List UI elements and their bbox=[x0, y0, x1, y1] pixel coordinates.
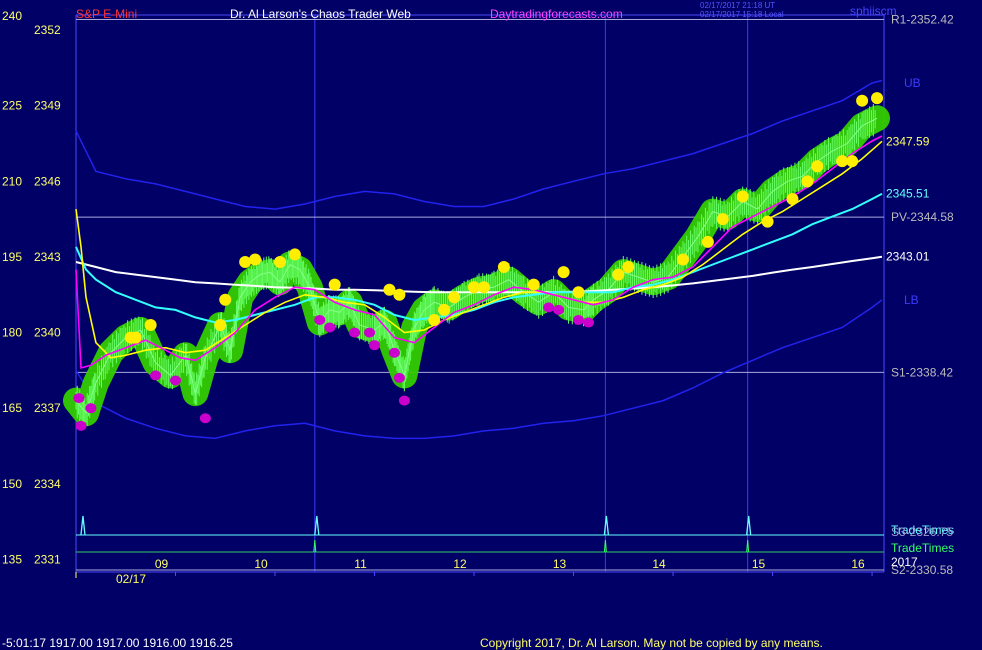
ema-long-value: 2343.01 bbox=[886, 250, 930, 264]
yellow-dot bbox=[214, 319, 227, 332]
yellow-dot bbox=[846, 155, 859, 168]
yellow-dot bbox=[716, 213, 729, 226]
ema-mid-value: 2347.59 bbox=[886, 134, 930, 148]
magenta-dot bbox=[170, 375, 182, 386]
copyright: Copyright 2017, Dr. Al Larson. May not b… bbox=[480, 636, 823, 650]
level-label-1: PV-2344.58 bbox=[891, 210, 954, 224]
magenta-dot bbox=[393, 372, 405, 383]
price-tick-label: 2349 bbox=[34, 99, 61, 113]
magenta-dot bbox=[573, 314, 585, 325]
overlap-label-s3: S3-2326.75 bbox=[891, 525, 953, 539]
level-label-2: S1-2338.42 bbox=[891, 365, 953, 379]
magenta-dot bbox=[150, 370, 162, 381]
yellow-dot bbox=[856, 94, 869, 107]
yellow-dot bbox=[328, 278, 341, 291]
upper-band-label: UB bbox=[904, 76, 921, 90]
osc-tick-label: 150 bbox=[2, 477, 22, 491]
magenta-dot bbox=[314, 314, 326, 325]
tradetimes-label: TradeTimes bbox=[891, 541, 954, 555]
chart-canvas: R1-2352.42PV-2344.58S1-2338.42S2-2330.58… bbox=[0, 0, 982, 650]
magenta-dot bbox=[364, 327, 376, 338]
magenta-dot bbox=[543, 302, 555, 313]
yellow-dot bbox=[736, 190, 749, 203]
yellow-dot bbox=[393, 288, 406, 301]
x-tick-label: 09 bbox=[155, 557, 169, 571]
yellow-dot bbox=[557, 266, 570, 279]
price-tick-label: 2337 bbox=[34, 401, 61, 415]
magenta-dot bbox=[85, 403, 97, 414]
x-tick-label: 13 bbox=[553, 557, 567, 571]
magenta-dot bbox=[582, 317, 594, 328]
yellow-dot bbox=[786, 192, 799, 205]
chart-title: Dr. Al Larson's Chaos Trader Web bbox=[230, 7, 411, 21]
x-tick-label: 11 bbox=[354, 557, 367, 571]
yellow-dot bbox=[622, 261, 635, 274]
price-tick-label: 2352 bbox=[34, 23, 61, 37]
level-label-0: R1-2352.42 bbox=[891, 13, 954, 27]
price-tick-label: 2331 bbox=[34, 552, 61, 566]
yellow-dot bbox=[801, 175, 814, 188]
osc-tick-label: 210 bbox=[2, 174, 22, 188]
price-tick-label: 2334 bbox=[34, 477, 61, 491]
magenta-dot bbox=[388, 347, 400, 358]
yellow-dot bbox=[701, 235, 714, 248]
yellow-dot bbox=[438, 303, 451, 316]
price-tick-label: 2340 bbox=[34, 326, 61, 340]
yellow-dot bbox=[477, 281, 490, 294]
yellow-dot bbox=[497, 261, 510, 274]
yellow-dot bbox=[572, 286, 585, 299]
x-tick-label: 14 bbox=[652, 557, 666, 571]
yellow-dot bbox=[871, 92, 884, 105]
x-tick-label: 15 bbox=[752, 557, 766, 571]
date-label: 02/17 bbox=[116, 572, 146, 586]
magenta-dot bbox=[369, 340, 381, 351]
year-label: 2017 bbox=[891, 555, 918, 569]
x-tick-label: 12 bbox=[453, 557, 467, 571]
osc-label-top: 240 bbox=[2, 9, 22, 23]
magenta-dot bbox=[73, 393, 85, 404]
yellow-dot bbox=[249, 253, 262, 266]
yellow-dot bbox=[129, 331, 142, 344]
yellow-dot bbox=[273, 255, 286, 268]
time-utc: 02/17/2017 21:18 UT bbox=[700, 1, 775, 10]
yellow-dot bbox=[761, 215, 774, 228]
time-local: 02/17/2017 15:18 Local bbox=[700, 10, 784, 19]
price-tick-label: 2343 bbox=[34, 250, 61, 264]
magenta-dot bbox=[349, 327, 361, 338]
x-tick-label: 16 bbox=[851, 557, 865, 571]
osc-tick-label: 225 bbox=[2, 99, 22, 113]
osc-tick-label: 195 bbox=[2, 250, 22, 264]
yellow-dot bbox=[219, 293, 232, 306]
price-tick-label: 2346 bbox=[34, 174, 61, 188]
magenta-dot bbox=[553, 304, 565, 315]
yellow-dot bbox=[288, 248, 301, 261]
magenta-dot bbox=[398, 395, 410, 406]
yellow-dot bbox=[428, 313, 441, 326]
yellow-dot bbox=[144, 319, 157, 332]
osc-tick-label: 180 bbox=[2, 326, 22, 340]
magenta-dot bbox=[199, 413, 211, 424]
site-link[interactable]: Daytradingforecasts.com bbox=[490, 7, 623, 21]
yellow-dot bbox=[612, 268, 625, 281]
yellow-dot bbox=[811, 160, 824, 173]
yellow-dot bbox=[676, 253, 689, 266]
x-tick-label: 10 bbox=[254, 557, 268, 571]
lower-band-label: LB bbox=[904, 293, 919, 307]
magenta-dot bbox=[324, 322, 336, 333]
tool-label: sphiiscm bbox=[850, 4, 897, 18]
osc-tick-label: 165 bbox=[2, 401, 22, 415]
ema-slow-value: 2345.51 bbox=[886, 187, 930, 201]
instrument-label: S&P E-Mini bbox=[76, 7, 137, 21]
yellow-dot bbox=[527, 278, 540, 291]
yellow-dot bbox=[448, 291, 461, 304]
quote-readout: -5:01:17 1917.00 1917.00 1916.00 1916.25 bbox=[2, 636, 233, 650]
magenta-dot bbox=[75, 420, 87, 431]
osc-tick-label: 135 bbox=[2, 552, 22, 566]
